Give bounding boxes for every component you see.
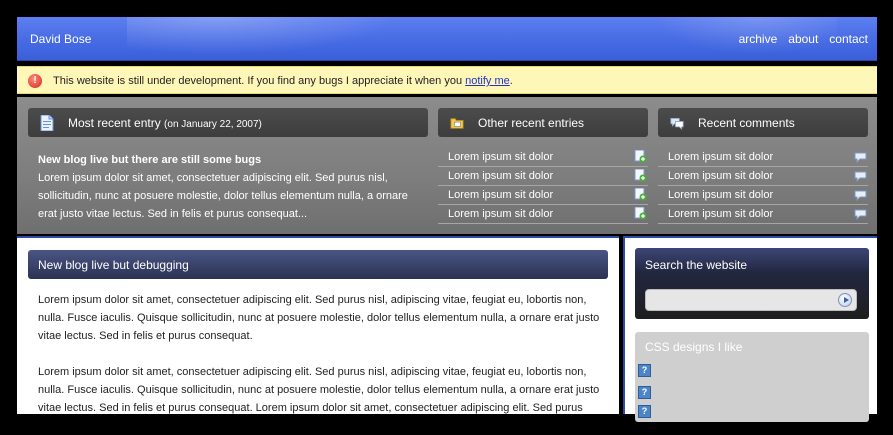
comment-icon — [854, 152, 867, 163]
comment-link[interactable]: Lorem ipsum sit dolor — [668, 170, 773, 182]
most-recent-date: (on January 22, 2007) — [164, 119, 262, 130]
site-header: David Bose archive about contact — [17, 17, 877, 61]
page-add-icon — [634, 169, 647, 182]
comments-icon — [670, 117, 684, 131]
notice-message: This website is still under development.… — [53, 75, 513, 87]
broken-image-icon[interactable]: ? — [638, 405, 651, 418]
comment-icon — [854, 171, 867, 182]
search-panel: Search the website — [635, 248, 869, 319]
nav-contact[interactable]: contact — [829, 32, 868, 46]
comment-link[interactable]: Lorem ipsum sit dolor — [668, 208, 773, 220]
css-designs-title: CSS designs I like — [645, 340, 743, 354]
most-recent-heading: Most recent entry — [68, 116, 165, 130]
list-item[interactable]: Lorem ipsum sit dolor — [658, 167, 868, 186]
list-item[interactable]: Lorem ipsum sit dolor — [438, 148, 648, 167]
article-paragraph: Lorem ipsum dolor sit amet, consectetuer… — [38, 294, 600, 342]
entry-link[interactable]: Lorem ipsum sit dolor — [448, 151, 553, 163]
nav-archive[interactable]: archive — [739, 32, 778, 46]
page-add-icon — [634, 207, 647, 220]
broken-image-icon[interactable]: ? — [638, 364, 651, 377]
page-add-icon — [634, 150, 647, 163]
warning-icon: ! — [28, 74, 42, 88]
article-body: Lorem ipsum dolor sit amet, consectetuer… — [38, 291, 600, 435]
main-content: New blog live but debugging Lorem ipsum … — [17, 236, 619, 414]
most-recent-header: Most recent entry (on January 22, 2007) — [28, 108, 428, 137]
main-nav: archive about contact — [739, 32, 868, 46]
entry-link[interactable]: Lorem ipsum sit dolor — [448, 170, 553, 182]
article-header: New blog live but debugging — [28, 250, 608, 279]
other-entries-label: Other recent entries — [478, 116, 585, 130]
folder-icon — [450, 118, 464, 129]
search-go-icon[interactable] — [838, 293, 852, 307]
entry-link[interactable]: Lorem ipsum sit dolor — [448, 189, 553, 201]
broken-image-icon[interactable]: ? — [638, 386, 651, 399]
nav-about[interactable]: about — [788, 32, 818, 46]
list-item[interactable]: Lorem ipsum sit dolor — [658, 205, 868, 224]
comment-icon — [854, 190, 867, 201]
recent-comments-label: Recent comments — [698, 116, 795, 130]
list-item[interactable]: Lorem ipsum sit dolor — [438, 186, 648, 205]
recent-comments-list: Lorem ipsum sit dolor Lorem ipsum sit do… — [658, 148, 868, 224]
header-glow — [127, 17, 427, 61]
comment-link[interactable]: Lorem ipsum sit dolor — [668, 151, 773, 163]
recent-entry-summary: New blog live but there are still some b… — [38, 151, 428, 223]
notice-bar: ! This website is still under developmen… — [17, 66, 877, 94]
list-item[interactable]: Lorem ipsum sit dolor — [658, 186, 868, 205]
comment-icon — [854, 209, 867, 220]
notify-me-link[interactable]: notify me — [465, 75, 510, 87]
notice-text: This website is still under development.… — [53, 75, 466, 87]
notice-suffix: . — [509, 75, 513, 87]
recent-entry-excerpt: Lorem ipsum dolor sit amet, consectetuer… — [38, 172, 408, 220]
recent-comments-header: Recent comments — [658, 108, 868, 137]
other-entries-header: Other recent entries — [438, 108, 648, 137]
search-input[interactable] — [645, 289, 857, 311]
css-designs-panel: CSS designs I like ? ? ? — [635, 332, 869, 422]
list-item[interactable]: Lorem ipsum sit dolor — [438, 205, 648, 224]
list-item[interactable]: Lorem ipsum sit dolor — [658, 148, 868, 167]
list-item[interactable]: Lorem ipsum sit dolor — [438, 167, 648, 186]
sidebar: Search the website CSS designs I like ? … — [623, 236, 877, 422]
entry-link[interactable]: Lorem ipsum sit dolor — [448, 208, 553, 220]
page-add-icon — [634, 188, 647, 201]
document-icon — [40, 115, 54, 131]
search-title: Search the website — [645, 258, 748, 272]
article-title[interactable]: New blog live but debugging — [38, 258, 189, 272]
comment-link[interactable]: Lorem ipsum sit dolor — [668, 189, 773, 201]
site-title[interactable]: David Bose — [30, 32, 91, 46]
other-entries-list: Lorem ipsum sit dolor Lorem ipsum sit do… — [438, 148, 648, 224]
recent-entry-title[interactable]: New blog live but there are still some b… — [38, 151, 428, 169]
most-recent-label: Most recent entry (on January 22, 2007) — [68, 116, 262, 130]
article-paragraph: Lorem ipsum dolor sit amet, consectetuer… — [38, 366, 600, 414]
